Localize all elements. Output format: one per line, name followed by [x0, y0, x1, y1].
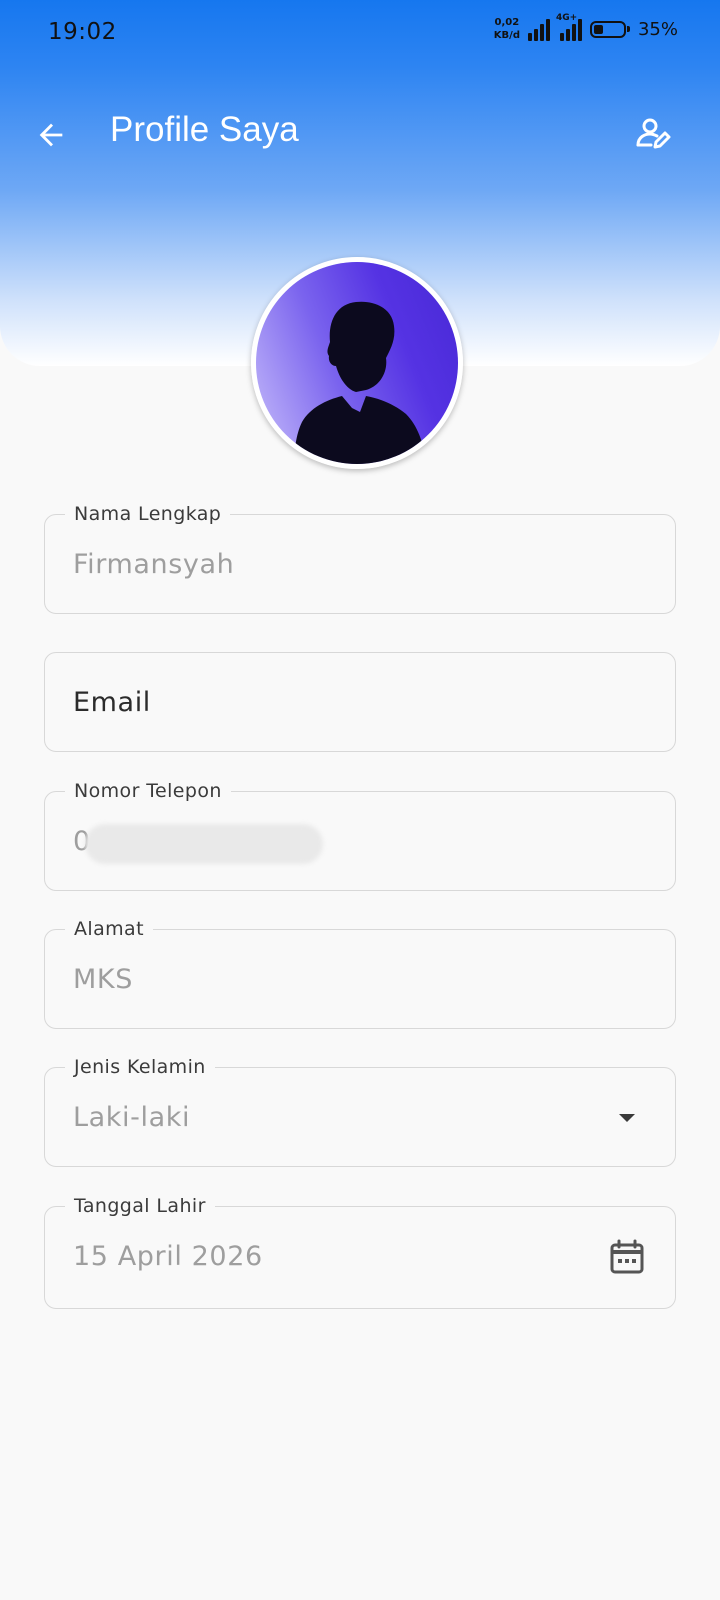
signal-icon [527, 17, 550, 41]
redaction-blur [85, 824, 323, 864]
battery-level [593, 24, 603, 34]
avatar[interactable] [251, 257, 463, 469]
status-time: 19:02 [48, 19, 117, 45]
network-speed: 0,02 KB/d [494, 16, 520, 42]
full-name-value: Firmansyah [73, 549, 235, 580]
address-label: Alamat [65, 916, 153, 942]
birth-date-label: Tanggal Lahir [65, 1193, 215, 1219]
birth-date-value: 15 April 2026 [73, 1241, 263, 1272]
battery-icon [589, 20, 630, 38]
battery-percent: 35% [637, 18, 678, 40]
address-value: MKS [73, 964, 133, 995]
email-placeholder: Email [73, 687, 151, 718]
network-speed-unit: KB/d [493, 30, 520, 41]
phone-label: Nomor Telepon [65, 778, 231, 804]
calendar-icon-glyph [610, 1239, 644, 1274]
network-type: 4G+ [555, 13, 578, 23]
dropdown-arrow-icon-glyph [619, 1114, 635, 1122]
gender-label: Jenis Kelamin [65, 1054, 215, 1080]
status-bar: 19:02 0,02 KB/d 4G+ 35% [0, 0, 720, 70]
gender-dropdown[interactable]: Jenis Kelamin Laki-laki [44, 1054, 676, 1167]
email-field[interactable]: Email [44, 652, 676, 752]
dropdown-arrow-icon[interactable] [607, 1098, 647, 1138]
signal-4g-icon: 4G+ [556, 13, 582, 41]
edit-profile-button[interactable] [630, 112, 676, 158]
birth-date-field[interactable]: Tanggal Lahir 15 April 2026 [44, 1193, 676, 1309]
full-name-label: Nama Lengkap [65, 501, 231, 527]
full-name-field[interactable]: Nama Lengkap Firmansyah [44, 501, 676, 614]
phone-field[interactable]: Nomor Telepon 0 [44, 778, 676, 891]
status-icons: 0,02 KB/d 4G+ 35% [494, 13, 678, 42]
avatar-photo [256, 262, 458, 464]
network-speed-value: 0,02 [494, 17, 520, 28]
page-title: Profile Saya [110, 110, 299, 149]
app-bar: Profile Saya [0, 100, 720, 170]
arrow-left-icon [39, 123, 63, 147]
gender-value: Laki-laki [73, 1102, 191, 1133]
address-field[interactable]: Alamat MKS [44, 916, 676, 1029]
edit-user-icon [636, 118, 671, 149]
back-button[interactable] [30, 114, 72, 156]
calendar-icon[interactable] [607, 1237, 647, 1277]
